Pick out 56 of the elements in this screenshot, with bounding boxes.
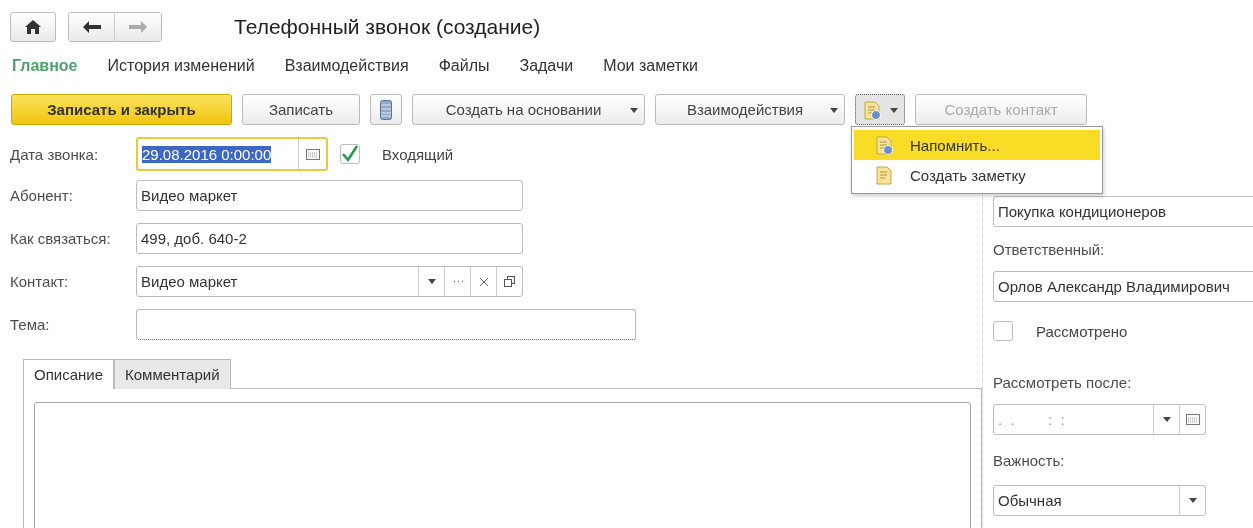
section-link[interactable]: Мои заметки bbox=[603, 57, 698, 75]
caret-icon bbox=[630, 108, 638, 113]
select-field[interactable]: Обычная bbox=[993, 485, 1206, 516]
notes-dropdown-button[interactable] bbox=[855, 94, 905, 125]
text-field[interactable]: Видео маркет bbox=[136, 180, 523, 211]
dropdown-button[interactable]: Взаимодействия bbox=[655, 94, 845, 125]
open-window-icon bbox=[504, 276, 515, 287]
dropdown-button[interactable]: Создать на основании bbox=[412, 94, 645, 125]
menu-item[interactable]: Напомнить... bbox=[854, 130, 1100, 160]
back-button[interactable] bbox=[69, 13, 115, 41]
field-label: Тема: bbox=[10, 316, 51, 333]
calendar-icon bbox=[1185, 414, 1200, 425]
tab[interactable]: Комментарий bbox=[114, 359, 231, 389]
text-field[interactable]: Орлов Александр Владимирович bbox=[993, 271, 1253, 302]
section-link[interactable]: Взаимодействия bbox=[284, 57, 409, 75]
list-button[interactable] bbox=[370, 94, 402, 125]
text-field[interactable]: 499, доб. 640-2 bbox=[136, 223, 523, 254]
note-icon bbox=[874, 165, 894, 185]
section-link[interactable]: История изменений bbox=[107, 57, 255, 75]
caret-icon bbox=[1188, 498, 1197, 503]
close-icon bbox=[479, 277, 488, 286]
note-clock-icon bbox=[862, 99, 882, 120]
back-arrow-icon bbox=[82, 21, 101, 33]
menu-item[interactable]: Создать заметку bbox=[854, 160, 1100, 190]
contact-field[interactable]: Видео маркет bbox=[136, 266, 523, 297]
field-label: Абонент: bbox=[10, 187, 74, 204]
caret-icon bbox=[890, 108, 898, 113]
checkbox[interactable] bbox=[993, 321, 1013, 341]
date-field[interactable]: 29.08.2016 0:00:00 bbox=[136, 137, 328, 171]
list-icon bbox=[380, 99, 392, 120]
forward-arrow-icon bbox=[129, 21, 147, 33]
home-icon bbox=[25, 20, 41, 34]
field-label: Контакт: bbox=[10, 273, 70, 290]
checkbox-label: Рассмотрено bbox=[1036, 322, 1128, 340]
field-label: Как связаться: bbox=[10, 230, 112, 247]
toolbar-button[interactable]: Записать bbox=[242, 94, 360, 125]
field-label: Рассмотреть после: bbox=[993, 372, 1133, 393]
tab[interactable]: Описание bbox=[23, 359, 115, 389]
text-field[interactable]: Покупка кондиционеров bbox=[993, 196, 1253, 227]
text-field[interactable] bbox=[136, 309, 636, 340]
window-title: Телефонный звонок (создание) bbox=[234, 15, 541, 39]
section-link[interactable]: Файлы bbox=[438, 57, 490, 75]
checkbox[interactable] bbox=[340, 144, 360, 164]
home-button[interactable] bbox=[10, 12, 56, 42]
note-clock-icon bbox=[874, 135, 894, 155]
field-label: Дата звонка: bbox=[10, 145, 100, 163]
field-label: Важность: bbox=[993, 450, 1066, 471]
caret-icon bbox=[830, 108, 838, 113]
caret-icon bbox=[427, 279, 436, 284]
checkbox-label: Входящий bbox=[382, 145, 454, 163]
field-label: Ответственный: bbox=[993, 239, 1106, 260]
checkmark-icon bbox=[341, 145, 359, 163]
caret-icon bbox=[1162, 417, 1171, 422]
calendar-icon bbox=[305, 148, 320, 160]
save-and-close-button[interactable]: Записать и закрыть bbox=[11, 94, 232, 125]
section-link[interactable]: Задачи bbox=[519, 57, 574, 75]
